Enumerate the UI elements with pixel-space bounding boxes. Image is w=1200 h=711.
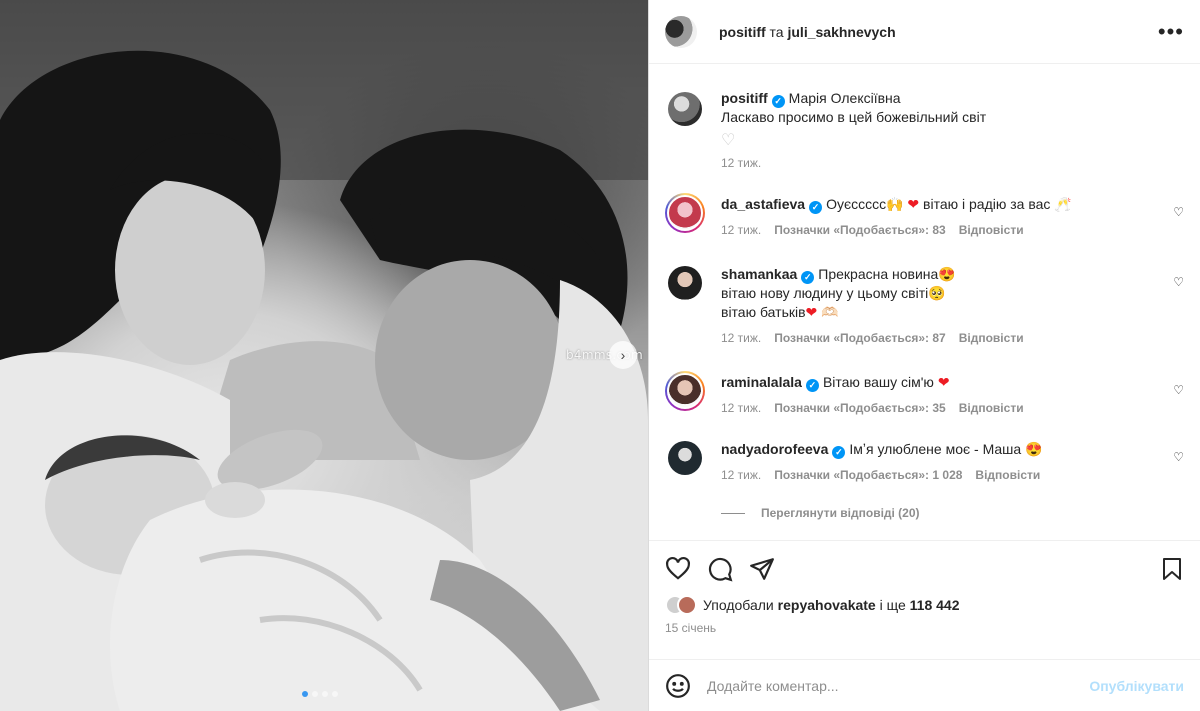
caption-username[interactable]: positiff xyxy=(721,90,768,106)
carousel-dot xyxy=(302,691,308,697)
chevron-right-icon: › xyxy=(620,347,626,363)
comment-likes[interactable]: Позначки «Подобається»: 35 xyxy=(774,401,945,415)
comment-text-line-2: вітаю нову людину у цьому світі🥺 xyxy=(721,285,946,301)
like-heart-icon[interactable] xyxy=(665,556,691,582)
carousel-dot xyxy=(322,691,328,697)
liker-username[interactable]: repyahovakate xyxy=(778,597,876,613)
verified-badge-icon: ✓ xyxy=(832,446,846,459)
comment-time: 12 тиж. xyxy=(721,331,762,345)
comments-list[interactable]: positiff ✓ Марія Олексіївна Ласкаво просим… xyxy=(649,65,1200,541)
heart-outline-icon[interactable]: ♡ xyxy=(1173,383,1184,397)
authors-separator: та xyxy=(769,23,784,40)
liker-avatars xyxy=(665,595,697,615)
comment-time: 12 тиж. xyxy=(721,223,762,237)
comment-item: raminalalala ✓ Вітаю вашу сім'ю ❤ 12 тиж. … xyxy=(649,371,1200,415)
post-actions: Уподобали repyahovakate і ще 118 442 15 … xyxy=(649,540,1200,635)
verified-badge-icon: ✓ xyxy=(805,379,819,392)
comment-text: Імʼя улюблене моє - Маша 😍 xyxy=(849,441,1043,457)
red-heart-icon: ❤ xyxy=(937,374,950,390)
commenter-avatar[interactable] xyxy=(668,441,702,475)
heart-outline-icon[interactable]: ♡ xyxy=(1173,275,1184,289)
photo-illustration xyxy=(0,0,648,711)
comment-text: Оуєссссс🙌 xyxy=(826,196,904,212)
post-header: positiff та juli_sakhnevych ••• xyxy=(649,0,1200,64)
emoji-smiley-icon[interactable] xyxy=(665,673,691,699)
red-heart-icon: ❤ xyxy=(907,196,920,212)
comment-item: shamankaa ✓ Прекрасна новина😍 вітаю нову л… xyxy=(649,263,1200,345)
author-avatar[interactable] xyxy=(665,15,697,48)
verified-badge-icon: ✓ xyxy=(771,95,785,108)
carousel-next-button[interactable]: › xyxy=(609,341,637,369)
reply-button[interactable]: Відповісти xyxy=(959,401,1024,415)
comment-username[interactable]: da_astafieva xyxy=(721,196,805,212)
author-avatar[interactable] xyxy=(668,92,702,126)
caption-time: 12 тиж. xyxy=(721,156,762,170)
carousel-dot xyxy=(332,691,338,697)
verified-badge-icon: ✓ xyxy=(801,271,815,284)
post-comment-button[interactable]: Опублікувати xyxy=(1089,678,1184,694)
comment-likes[interactable]: Позначки «Подобається»: 87 xyxy=(774,331,945,345)
heart-outline-icon[interactable]: ♡ xyxy=(1173,450,1184,464)
heart-outline-icon[interactable]: ♡ xyxy=(721,131,735,150)
likes-prefix: Уподобали xyxy=(703,597,774,613)
verified-badge-icon: ✓ xyxy=(809,201,823,214)
comment-likes[interactable]: Позначки «Подобається»: 1 028 xyxy=(774,468,962,482)
post-photo[interactable]: b4mms.com › xyxy=(0,0,648,711)
comment-text-line-3-after: 🫶🏻 xyxy=(821,304,839,320)
reply-button[interactable]: Відповісти xyxy=(959,223,1024,237)
comment-text-after: вітаю і радію за вас 🥂 xyxy=(923,196,1072,212)
reply-button[interactable]: Відповісти xyxy=(959,331,1024,345)
commenter-avatar[interactable] xyxy=(667,195,703,231)
comment-username[interactable]: shamankaa xyxy=(721,266,797,282)
likes-summary[interactable]: Уподобали repyahovakate і ще 118 442 xyxy=(665,595,1184,615)
comment-username[interactable]: nadyadorofeeva xyxy=(721,441,828,457)
coauthor-username[interactable]: juli_sakhnevych xyxy=(787,24,895,40)
comment-text: Вітаю вашу сім'ю xyxy=(822,374,934,390)
caption-line-2: Ласкаво просимо в цей божевільний світ xyxy=(721,109,987,125)
author-username[interactable]: positiff xyxy=(719,24,766,40)
reply-button[interactable]: Відповісти xyxy=(975,468,1040,482)
comment-bubble-icon[interactable] xyxy=(707,556,733,582)
more-horizontal-icon[interactable]: ••• xyxy=(1158,20,1184,43)
view-replies-label: Переглянути відповіді (20) xyxy=(761,506,920,520)
post-details-pane: positiff та juli_sakhnevych ••• positiff… xyxy=(648,0,1200,711)
carousel-dot xyxy=(312,691,318,697)
comment-time: 12 тиж. xyxy=(721,401,762,415)
comment-item: nadyadorofeeva ✓ Імʼя улюблене моє - Маша … xyxy=(649,438,1200,482)
caption-line-1: Марія Олексіївна xyxy=(788,90,901,106)
post-authors: positiff та juli_sakhnevych xyxy=(719,24,896,40)
likes-middle: і ще xyxy=(879,597,906,613)
comment-likes[interactable]: Позначки «Подобається»: 83 xyxy=(774,223,945,237)
save-bookmark-icon[interactable] xyxy=(1160,556,1184,582)
comment-input[interactable] xyxy=(707,677,1090,694)
comment-username[interactable]: raminalalala xyxy=(721,374,802,390)
post-date: 15 січень xyxy=(665,621,717,635)
carousel-indicator xyxy=(302,691,338,697)
comment-time: 12 тиж. xyxy=(721,468,762,482)
commenter-avatar[interactable] xyxy=(668,266,702,300)
commenter-avatar[interactable] xyxy=(667,373,703,409)
share-send-icon[interactable] xyxy=(749,556,775,582)
add-comment-bar: Опублікувати xyxy=(649,659,1200,711)
likes-count[interactable]: 118 442 xyxy=(910,597,960,613)
divider xyxy=(721,512,745,514)
comment-text-line-3: вітаю батьків xyxy=(721,304,806,320)
comment-text: Прекрасна новина😍 xyxy=(818,266,956,282)
comment-item: da_astafieva ✓ Оуєссссс🙌 ❤ вітаю і радію з… xyxy=(649,193,1200,237)
heart-outline-icon[interactable]: ♡ xyxy=(1173,205,1184,219)
view-replies-button[interactable]: Переглянути відповіді (20) xyxy=(721,506,1200,520)
red-heart-icon: ❤ xyxy=(805,304,818,320)
post-caption: positiff ✓ Марія Олексіївна Ласкаво просим… xyxy=(649,89,1200,170)
